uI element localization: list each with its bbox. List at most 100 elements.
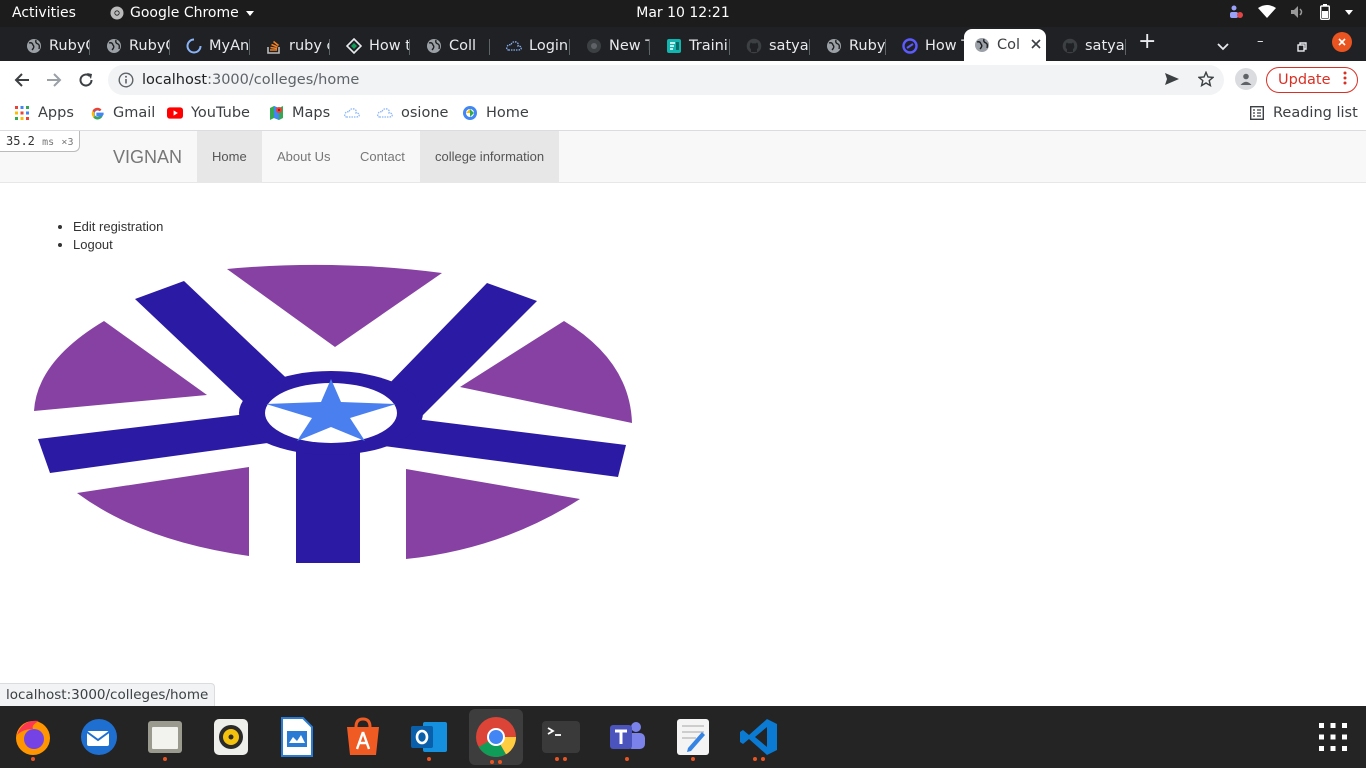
bookmark-osione[interactable]: osione	[377, 105, 448, 121]
bookmark-gmail[interactable]: Gmail	[89, 105, 155, 121]
bookmark-label: YouTube	[191, 105, 250, 121]
running-indicator	[498, 760, 502, 764]
tab-title: RubyC	[849, 38, 886, 54]
tab[interactable]: New T	[570, 31, 650, 61]
tab-title: How T	[925, 38, 964, 54]
system-tray[interactable]	[1226, 4, 1354, 20]
running-indicator	[555, 757, 559, 761]
url-text[interactable]: localhost:3000/colleges/home	[142, 72, 359, 88]
globe-icon	[974, 37, 990, 53]
libreoffice-writer-icon[interactable]	[272, 712, 322, 762]
bookmark-star-icon[interactable]	[1197, 70, 1215, 91]
site-info-icon[interactable]	[118, 72, 134, 92]
volume-icon[interactable]	[1290, 5, 1306, 19]
nav-contact[interactable]: Contact	[345, 131, 420, 182]
accessibility-icon[interactable]	[1226, 4, 1244, 20]
address-bar[interactable]: localhost:3000/colleges/home	[108, 65, 1224, 95]
nav-home[interactable]: Home	[197, 131, 262, 182]
profiler-unit: ms	[42, 137, 55, 148]
profile-avatar-icon[interactable]	[1235, 68, 1257, 90]
tab[interactable]: satyal	[730, 31, 810, 61]
tab-search-chevron-icon[interactable]	[1217, 37, 1229, 56]
github-icon	[746, 38, 762, 54]
rhythmbox-icon[interactable]	[206, 712, 256, 762]
power-menu-chevron-icon[interactable]	[1344, 7, 1354, 17]
cloud-icon	[506, 38, 522, 54]
chrome-icon[interactable]	[469, 709, 523, 765]
tab-title: Login	[529, 38, 569, 54]
brand-link[interactable]: VIGNAN	[113, 147, 182, 168]
tab[interactable]: RubyC	[10, 31, 90, 61]
bookmark-cloud[interactable]	[344, 105, 368, 121]
vscode-icon[interactable]	[734, 712, 784, 762]
bookmark-youtube[interactable]: YouTube	[167, 105, 250, 121]
tab-active[interactable]: Col	[964, 29, 1046, 61]
bookmark-apps[interactable]: Apps	[14, 105, 74, 121]
tab[interactable]: How T	[886, 31, 964, 61]
tab-title: New T	[609, 38, 650, 54]
edit-registration-link[interactable]: Edit registration	[73, 218, 163, 236]
forms-icon	[666, 38, 682, 54]
nav-college-information[interactable]: college information	[420, 131, 560, 182]
update-button[interactable]: Update	[1266, 67, 1358, 93]
outlook-icon[interactable]	[404, 712, 454, 762]
show-applications-icon[interactable]	[1308, 712, 1358, 762]
tab[interactable]: Coll	[410, 31, 490, 61]
tab[interactable]: RubyC	[90, 31, 170, 61]
bookmark-maps[interactable]: Maps	[268, 105, 330, 121]
spinner-icon	[186, 38, 202, 54]
firefox-icon[interactable]	[8, 712, 58, 762]
tab-close-icon[interactable]	[1031, 37, 1041, 53]
send-to-devices-icon[interactable]	[1164, 71, 1180, 91]
youtube-icon	[167, 105, 183, 121]
cloud-icon	[377, 105, 393, 121]
nav-about-us[interactable]: About Us	[262, 131, 345, 182]
url-path: :3000/colleges/home	[207, 72, 360, 88]
running-indicator	[761, 757, 765, 761]
browser-toolbar: localhost:3000/colleges/home Update	[0, 61, 1366, 99]
apps-grid-icon	[14, 105, 30, 121]
link-status-bubble: localhost:3000/colleges/home	[0, 683, 216, 706]
thunderbird-icon[interactable]	[74, 712, 124, 762]
running-indicator	[753, 757, 757, 761]
new-tab-button[interactable]: +	[1138, 29, 1156, 54]
wifi-icon[interactable]	[1258, 5, 1276, 19]
tab[interactable]: satyal	[1046, 31, 1126, 61]
bookmark-label: Apps	[38, 105, 74, 121]
circle-logo-icon	[902, 38, 918, 54]
minimize-window-button[interactable]: –	[1257, 34, 1264, 49]
rack-mini-profiler-badge[interactable]: 35.2 ms ×3	[0, 131, 81, 152]
battery-icon[interactable]	[1320, 4, 1330, 20]
site-navbar: VIGNAN Home About Us Contact college inf…	[0, 131, 1366, 183]
running-indicator	[625, 757, 629, 761]
user-links-list: Edit registration Logout	[73, 218, 163, 254]
running-indicator	[490, 760, 494, 764]
text-editor-icon[interactable]	[668, 712, 718, 762]
tab[interactable]: MyAn	[170, 31, 250, 61]
ubuntu-dock	[0, 706, 1366, 768]
chrome-newtab-icon	[586, 38, 602, 54]
reload-button[interactable]	[75, 69, 97, 91]
terminal-icon[interactable]	[536, 712, 586, 762]
restore-window-button[interactable]	[1297, 37, 1307, 56]
logout-link[interactable]: Logout	[73, 236, 163, 254]
forward-button[interactable]	[43, 69, 65, 91]
files-icon[interactable]	[140, 712, 190, 762]
globe-icon	[106, 38, 122, 54]
tab-title: RubyC	[49, 38, 90, 54]
close-window-button[interactable]	[1332, 32, 1352, 52]
tab-title: RubyC	[129, 38, 170, 54]
tab[interactable]: Login	[490, 31, 570, 61]
tab-title: How t	[369, 38, 410, 54]
app-store-icon[interactable]	[338, 712, 388, 762]
teams-icon[interactable]	[602, 712, 652, 762]
reading-list-button[interactable]: Reading list	[1249, 105, 1358, 121]
tab[interactable]: ruby c	[250, 31, 330, 61]
update-label: Update	[1278, 72, 1331, 88]
tab[interactable]: How t	[330, 31, 410, 61]
bookmark-home[interactable]: Home	[462, 105, 529, 121]
tab[interactable]: RubyC	[810, 31, 886, 61]
tab[interactable]: Traini	[650, 31, 730, 61]
back-button[interactable]	[11, 69, 33, 91]
clock[interactable]: Mar 10 12:21	[0, 5, 1366, 21]
